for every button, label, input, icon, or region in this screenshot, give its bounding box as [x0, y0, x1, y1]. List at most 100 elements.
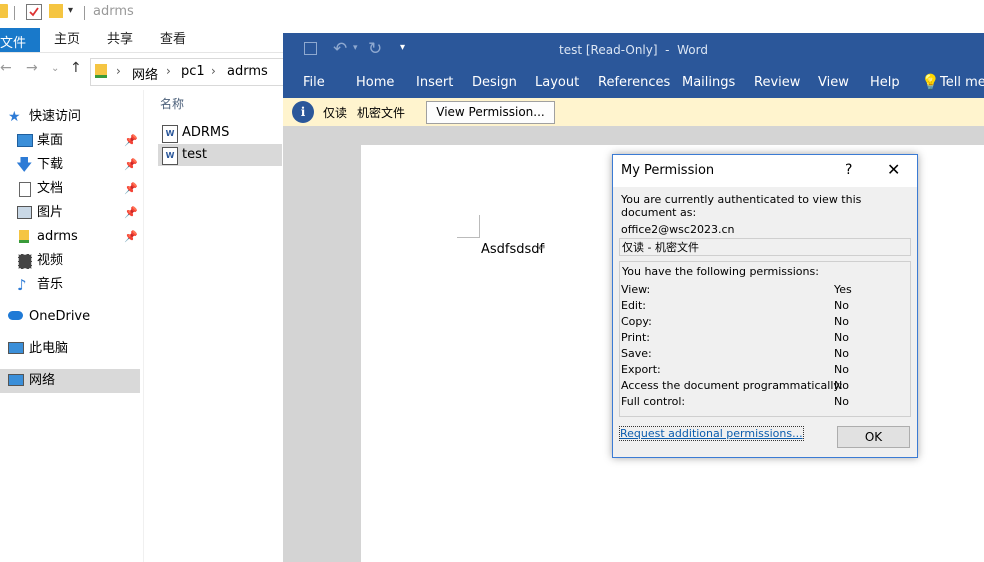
network-icon [8, 374, 24, 386]
nav-network[interactable]: 网络 [0, 369, 140, 393]
tab-insert[interactable]: Insert [416, 75, 453, 90]
permission-value: No [834, 299, 849, 312]
tab-review[interactable]: Review [754, 75, 800, 90]
nav-label: 此电脑 [29, 341, 69, 356]
paragraph-mark-icon: ↵ [538, 243, 547, 254]
ribbon-tab-label: 查看 [160, 32, 187, 47]
permission-value: No [834, 331, 849, 344]
ribbon-tab-view[interactable]: 查看 [160, 28, 186, 52]
policy-text: 仅读 - 机密文件 [622, 241, 699, 254]
back-arrow-icon[interactable]: ← [0, 60, 12, 76]
nav-item-adrms[interactable]: adrms 📌 [0, 225, 140, 249]
nav-quick-access[interactable]: ★ 快速访问 [0, 105, 140, 129]
tab-help[interactable]: Help [870, 75, 900, 90]
permission-row-full-control: Full control: No [621, 395, 911, 411]
tab-home[interactable]: Home [356, 75, 394, 90]
permission-name: Print: [621, 331, 651, 344]
request-permissions-link[interactable]: Request additional permissions... [619, 426, 804, 441]
ribbon-tab-label: 主页 [54, 32, 81, 47]
auth-text: You are currently authenticated to view … [621, 193, 862, 219]
forward-arrow-icon[interactable]: → [26, 60, 38, 76]
ok-button[interactable]: OK [837, 426, 910, 448]
computer-icon [8, 342, 24, 354]
network-folder-icon [95, 64, 107, 78]
pictures-icon [17, 206, 32, 219]
nav-item-pictures[interactable]: 图片 📌 [0, 201, 140, 225]
info-bar-classification: 机密文件 [357, 106, 406, 120]
dialog-title-bar: My Permission ? ✕ [613, 155, 917, 187]
pin-icon[interactable]: 📌 [124, 201, 138, 225]
permission-row-view: View: Yes [621, 283, 911, 299]
tab-mailings[interactable]: Mailings [682, 75, 735, 90]
document-icon [19, 182, 31, 197]
nav-item-videos[interactable]: 视频 [0, 249, 140, 273]
word-document-icon: W [162, 147, 178, 165]
permission-name: Access the document programmatically: [621, 379, 843, 392]
pin-icon[interactable]: 📌 [124, 153, 138, 177]
permissions-header: You have the following permissions: [622, 265, 819, 278]
info-bar-label: 仅读 [323, 106, 348, 120]
breadcrumb-network[interactable]: 网络 [132, 64, 158, 83]
dialog-title: My Permission [621, 163, 715, 178]
nav-label: 桌面 [37, 133, 64, 148]
pin-icon[interactable]: 📌 [124, 129, 138, 153]
qat-dropdown-icon[interactable]: ▾ [68, 5, 73, 16]
tab-file[interactable]: File [303, 75, 325, 90]
column-header-name[interactable]: 名称 [160, 95, 184, 112]
breadcrumb-pc1[interactable]: pc1 [181, 64, 205, 79]
tab-layout[interactable]: Layout [535, 75, 579, 90]
document-body-text[interactable]: Asdfsdsdf [481, 242, 544, 257]
nav-label: 网络 [29, 373, 56, 388]
pin-icon[interactable]: 📌 [124, 225, 138, 249]
title-separator [14, 6, 15, 20]
permission-row-programmatic: Access the document programmatically: No [621, 379, 911, 395]
up-arrow-icon[interactable]: ↑ [70, 60, 82, 76]
user-email: office2@wsc2023.cn [621, 223, 735, 236]
breadcrumb-adrms[interactable]: adrms [227, 64, 268, 79]
nav-onedrive[interactable]: OneDrive [0, 305, 140, 329]
properties-check-icon[interactable] [26, 4, 42, 20]
word-document-icon: W [162, 125, 178, 143]
nav-item-desktop[interactable]: 桌面 📌 [0, 129, 140, 153]
ribbon-tab-label: 共享 [107, 32, 134, 47]
tab-design[interactable]: Design [472, 75, 517, 90]
nav-label: adrms [37, 229, 78, 244]
new-folder-icon[interactable] [49, 4, 63, 18]
nav-item-music[interactable]: ♪ 音乐 [0, 273, 140, 297]
nav-this-pc[interactable]: 此电脑 [0, 337, 140, 361]
file-row-test[interactable]: W test [158, 144, 282, 166]
word-title-bar: ↶ ▾ ↻ ▾ test [Read-Only] - Word [283, 33, 984, 68]
view-permission-label: View Permission... [436, 105, 545, 119]
nav-item-documents[interactable]: 文档 📌 [0, 177, 140, 201]
tab-references[interactable]: References [598, 75, 670, 90]
permission-row-save: Save: No [621, 347, 911, 363]
ribbon-tab-share[interactable]: 共享 [107, 28, 133, 52]
nav-label: 快速访问 [29, 109, 82, 124]
ribbon-tab-home[interactable]: 主页 [54, 28, 80, 52]
tell-me-search[interactable]: Tell me w [940, 75, 984, 90]
address-bar[interactable]: › 网络 › pc1 › adrms [90, 58, 286, 86]
title-separator-2 [84, 6, 85, 20]
nav-pane-divider [143, 90, 144, 562]
view-permission-button[interactable]: View Permission... [426, 101, 555, 124]
file-row-adrms[interactable]: W ADRMS [158, 122, 282, 144]
close-icon[interactable]: ✕ [887, 160, 900, 179]
nav-label: 图片 [37, 205, 64, 220]
document-title: test [Read-Only] - Word [559, 43, 708, 57]
pin-icon[interactable]: 📌 [124, 177, 138, 201]
nav-label: 下载 [37, 157, 64, 172]
nav-item-downloads[interactable]: 🡇 下载 📌 [0, 153, 140, 177]
help-button[interactable]: ? [845, 162, 852, 178]
window-title: adrms [93, 4, 134, 19]
ribbon-tab-label: 文件 [0, 36, 27, 51]
permission-name: Export: [621, 363, 661, 376]
permission-name: Copy: [621, 315, 652, 328]
ribbon-tab-file[interactable]: 文件 [0, 28, 40, 52]
permission-name: Full control: [621, 395, 686, 408]
permission-value: No [834, 363, 849, 376]
tab-view[interactable]: View [818, 75, 849, 90]
recent-dropdown-icon[interactable]: ⌄ [51, 63, 59, 74]
desktop-icon [17, 134, 33, 147]
lightbulb-icon: 💡 [921, 73, 940, 91]
path-separator-icon: › [211, 64, 216, 78]
